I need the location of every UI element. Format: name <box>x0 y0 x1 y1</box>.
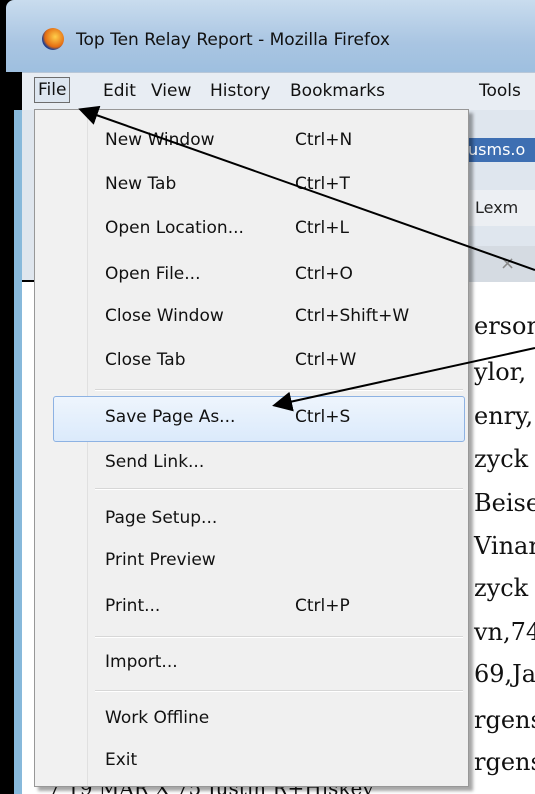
menu-item-shortcut: Ctrl+T <box>295 174 350 194</box>
content-line: rgens <box>474 706 535 734</box>
title-bar[interactable]: Top Ten Relay Report - Mozilla Firefox <box>6 0 535 72</box>
content-line: zyck <box>474 445 529 473</box>
menu-item-close-tab[interactable]: Close Tab Ctrl+W <box>35 340 468 384</box>
menu-item-shortcut: Ctrl+S <box>295 407 351 427</box>
menu-item-label: New Window <box>105 130 215 150</box>
content-line: erson <box>474 312 535 340</box>
content-line: zyck <box>474 574 529 602</box>
menu-item-label: Import... <box>105 652 178 672</box>
menu-item-send-link[interactable]: Send Link... <box>35 442 468 486</box>
window-title: Top Ten Relay Report - Mozilla Firefox <box>76 30 390 50</box>
menu-item-page-setup[interactable]: Page Setup... <box>35 498 468 542</box>
menu-item-shortcut: Ctrl+W <box>295 350 357 370</box>
menu-item-open-location[interactable]: Open Location... Ctrl+L <box>35 208 468 252</box>
menu-item-label: Print Preview <box>105 550 216 570</box>
menu-separator <box>95 488 463 490</box>
menu-item-label: Open File... <box>105 264 201 284</box>
bookmark-toolbar-fragment[interactable]: Lexm <box>460 190 535 226</box>
menu-item-label: Print... <box>105 596 161 616</box>
menu-item-shortcut: Ctrl+N <box>295 130 353 150</box>
menu-item-label: Close Tab <box>105 350 186 370</box>
menu-item-exit[interactable]: Exit <box>35 740 468 784</box>
menu-item-print-preview[interactable]: Print Preview <box>35 540 468 584</box>
address-fragment[interactable]: usms.o <box>460 138 535 162</box>
firefox-icon <box>42 28 64 50</box>
menu-item-close-window[interactable]: Close Window Ctrl+Shift+W <box>35 296 468 340</box>
content-line: Beise <box>474 489 535 517</box>
menu-item-print[interactable]: Print... Ctrl+P <box>35 586 468 630</box>
menu-bar: File Edit View History Bookmarks Tools <box>22 72 535 111</box>
menu-item-save-page-as[interactable]: Save Page As... Ctrl+S <box>53 396 465 442</box>
menu-item-label: Close Window <box>105 306 224 326</box>
menu-item-label: Save Page As... <box>105 407 236 427</box>
content-line: Vinar <box>474 532 535 560</box>
menu-item-work-offline[interactable]: Work Offline <box>35 698 468 742</box>
menu-item-shortcut: Ctrl+L <box>295 218 349 238</box>
menu-item-new-tab[interactable]: New Tab Ctrl+T <box>35 164 468 208</box>
menu-item-import[interactable]: Import... <box>35 642 468 686</box>
menu-view[interactable]: View <box>151 81 191 101</box>
menu-item-label: Work Offline <box>105 708 210 728</box>
menu-item-label: New Tab <box>105 174 177 194</box>
menu-tools[interactable]: Tools <box>479 81 521 101</box>
menu-file[interactable]: File <box>34 77 71 103</box>
menu-item-label: Send Link... <box>105 452 205 472</box>
menu-item-label: Exit <box>105 750 138 770</box>
menu-separator <box>95 636 463 638</box>
menu-item-shortcut: Ctrl+P <box>295 596 350 616</box>
menu-separator <box>95 389 463 391</box>
content-line: 69,Ja <box>474 660 535 688</box>
tab-close-icon[interactable]: × <box>460 246 535 282</box>
menu-item-label: Open Location... <box>105 218 244 238</box>
content-line: enry, <box>474 402 534 430</box>
content-line: vn,74 <box>474 618 535 646</box>
menu-item-label: Page Setup... <box>105 508 218 528</box>
firefox-window: Top Ten Relay Report - Mozilla Firefox F… <box>0 0 535 794</box>
menu-separator <box>95 690 463 692</box>
menu-history[interactable]: History <box>210 81 270 101</box>
file-menu-dropdown: New Window Ctrl+N New Tab Ctrl+T Open Lo… <box>34 109 469 787</box>
menu-edit[interactable]: Edit <box>103 81 136 101</box>
menu-item-shortcut: Ctrl+O <box>295 264 353 284</box>
window-border-left <box>14 110 22 794</box>
menu-bookmarks[interactable]: Bookmarks <box>290 81 385 101</box>
content-line: rgens <box>474 748 535 776</box>
menu-item-open-file[interactable]: Open File... Ctrl+O <box>35 254 468 298</box>
content-line: ylor, <box>474 358 527 386</box>
menu-item-shortcut: Ctrl+Shift+W <box>295 306 410 326</box>
menu-item-new-window[interactable]: New Window Ctrl+N <box>35 120 468 164</box>
